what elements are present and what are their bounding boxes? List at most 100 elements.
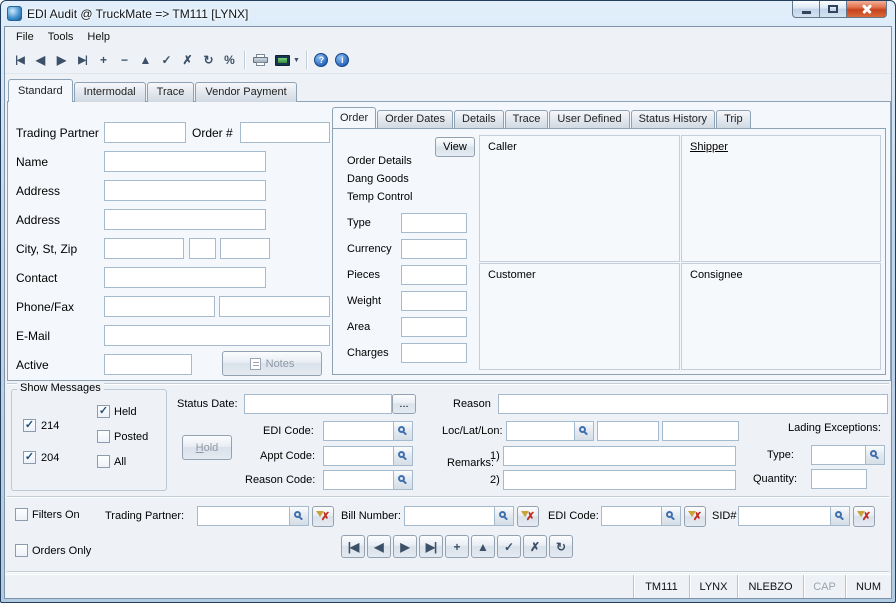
checkbox-posted-label[interactable]: Posted (114, 431, 148, 443)
charges-input[interactable] (401, 343, 467, 363)
reason-input[interactable] (498, 394, 888, 414)
contact-input[interactable] (104, 267, 266, 288)
nav-post-edit-button[interactable]: ✓ (497, 535, 521, 558)
edit-record-button[interactable]: ▲ (135, 50, 156, 71)
area-input[interactable] (401, 317, 467, 337)
nav-edit-record-button[interactable]: ▲ (471, 535, 495, 558)
next-record-button[interactable]: ▶ (51, 50, 72, 71)
tab-details[interactable]: Details (454, 110, 504, 128)
help-button[interactable]: ? (311, 50, 332, 71)
nav-prior-record-button[interactable]: ◀ (367, 535, 391, 558)
lading-type-input[interactable] (812, 446, 865, 464)
zip-input[interactable] (220, 238, 270, 259)
tab-vendor-payment[interactable]: Vendor Payment (195, 82, 296, 102)
loc-lookup-button[interactable] (574, 422, 593, 440)
order-number-input[interactable] (240, 122, 330, 143)
maximize-button[interactable] (820, 1, 847, 18)
cancel-edit-button[interactable]: ✗ (177, 50, 198, 71)
bill-number-lookup-button[interactable] (494, 507, 513, 525)
refresh-button[interactable]: ↻ (198, 50, 219, 71)
appt-code-lookup-button[interactable] (393, 447, 412, 465)
nav-cancel-edit-button[interactable]: ✗ (523, 535, 547, 558)
view-button[interactable]: View (435, 137, 475, 157)
pieces-input[interactable] (401, 265, 467, 285)
checkbox-all[interactable] (97, 455, 110, 468)
name-input[interactable] (104, 151, 266, 172)
edi-code-input[interactable] (324, 422, 393, 440)
screen-dropdown-button[interactable]: ▼ (273, 50, 302, 71)
menu-tools[interactable]: Tools (41, 29, 81, 45)
checkbox-204-label[interactable]: 204 (41, 452, 59, 464)
title-bar[interactable]: EDI Audit @ TruckMate => TM111 [LYNX] (4, 1, 892, 26)
menu-file[interactable]: File (9, 29, 41, 45)
tab-intermodal[interactable]: Intermodal (74, 82, 146, 102)
remark1-input[interactable] (503, 446, 736, 466)
post-edit-button[interactable]: ✓ (156, 50, 177, 71)
email-input[interactable] (104, 325, 330, 346)
checkbox-posted[interactable] (97, 430, 110, 443)
currency-input[interactable] (401, 239, 467, 259)
notes-button[interactable]: Notes (222, 351, 322, 376)
orders-only-label[interactable]: Orders Only (32, 545, 91, 557)
state-input[interactable] (189, 238, 216, 259)
trading-partner-filter-clear-button[interactable]: ✗ (312, 506, 334, 527)
checkbox-all-label[interactable]: All (114, 456, 126, 468)
edi-code-lookup-button[interactable] (393, 422, 412, 440)
trading-partner-filter-input[interactable] (198, 507, 289, 525)
nav-first-record-button[interactable]: |◀ (341, 535, 365, 558)
tab-order[interactable]: Order (332, 107, 376, 128)
lon-input[interactable] (662, 421, 739, 441)
orders-only-checkbox[interactable] (15, 544, 28, 557)
status-date-ellipsis-button[interactable]: ... (392, 394, 416, 414)
appt-code-input[interactable] (324, 447, 393, 465)
checkbox-214-label[interactable]: 214 (41, 420, 59, 432)
checkbox-held-label[interactable]: Held (114, 406, 137, 418)
sid-clear-button[interactable]: ✗ (853, 506, 875, 527)
checkbox-held[interactable]: ✓ (97, 405, 110, 418)
lat-input[interactable] (597, 421, 659, 441)
tab-trip[interactable]: Trip (716, 110, 751, 128)
nav-refresh-button[interactable]: ↻ (549, 535, 573, 558)
menu-help[interactable]: Help (80, 29, 117, 45)
tab-standard[interactable]: Standard (8, 79, 73, 102)
reason-code-lookup-button[interactable] (393, 471, 412, 489)
first-record-button[interactable]: |◀ (9, 50, 30, 71)
shipper-link[interactable]: Shipper (690, 141, 728, 153)
nav-last-record-button[interactable]: ▶| (419, 535, 443, 558)
nav-next-record-button[interactable]: ▶ (393, 535, 417, 558)
tab-status-history[interactable]: Status History (631, 110, 715, 128)
checkbox-214[interactable]: ✓ (23, 419, 36, 432)
tab-trace[interactable]: Trace (147, 82, 195, 102)
checkbox-204[interactable]: ✓ (23, 451, 36, 464)
weight-input[interactable] (401, 291, 467, 311)
bill-number-input[interactable] (405, 507, 494, 525)
reason-code-input[interactable] (324, 471, 393, 489)
tab-order-dates[interactable]: Order Dates (377, 110, 453, 128)
remark2-input[interactable] (503, 470, 736, 490)
edi-code-filter-lookup-button[interactable] (661, 507, 680, 525)
bill-number-clear-button[interactable]: ✗ (517, 506, 539, 527)
fax-input[interactable] (219, 296, 330, 317)
insert-record-button[interactable]: + (93, 50, 114, 71)
city-input[interactable] (104, 238, 184, 259)
sid-input[interactable] (739, 507, 830, 525)
edi-code-filter-input[interactable] (602, 507, 661, 525)
tab-order-trace[interactable]: Trace (505, 110, 549, 128)
trading-partner-filter-lookup-button[interactable] (289, 507, 308, 525)
address1-input[interactable] (104, 180, 266, 201)
sid-lookup-button[interactable] (830, 507, 849, 525)
filters-on-label[interactable]: Filters On (32, 509, 80, 521)
minimize-button[interactable] (792, 1, 820, 18)
trading-partner-input[interactable] (104, 122, 186, 143)
nav-insert-record-button[interactable]: + (445, 535, 469, 558)
filters-on-checkbox[interactable] (15, 508, 28, 521)
tab-user-defined[interactable]: User Defined (549, 110, 629, 128)
last-record-button[interactable]: ▶| (72, 50, 93, 71)
close-button[interactable] (847, 1, 887, 18)
info-button[interactable]: i (332, 50, 353, 71)
loc-input[interactable] (507, 422, 574, 440)
status-date-input[interactable] (244, 394, 392, 414)
lading-type-lookup-button[interactable] (865, 446, 884, 464)
type-input[interactable] (401, 213, 467, 233)
prior-record-button[interactable]: ◀ (30, 50, 51, 71)
